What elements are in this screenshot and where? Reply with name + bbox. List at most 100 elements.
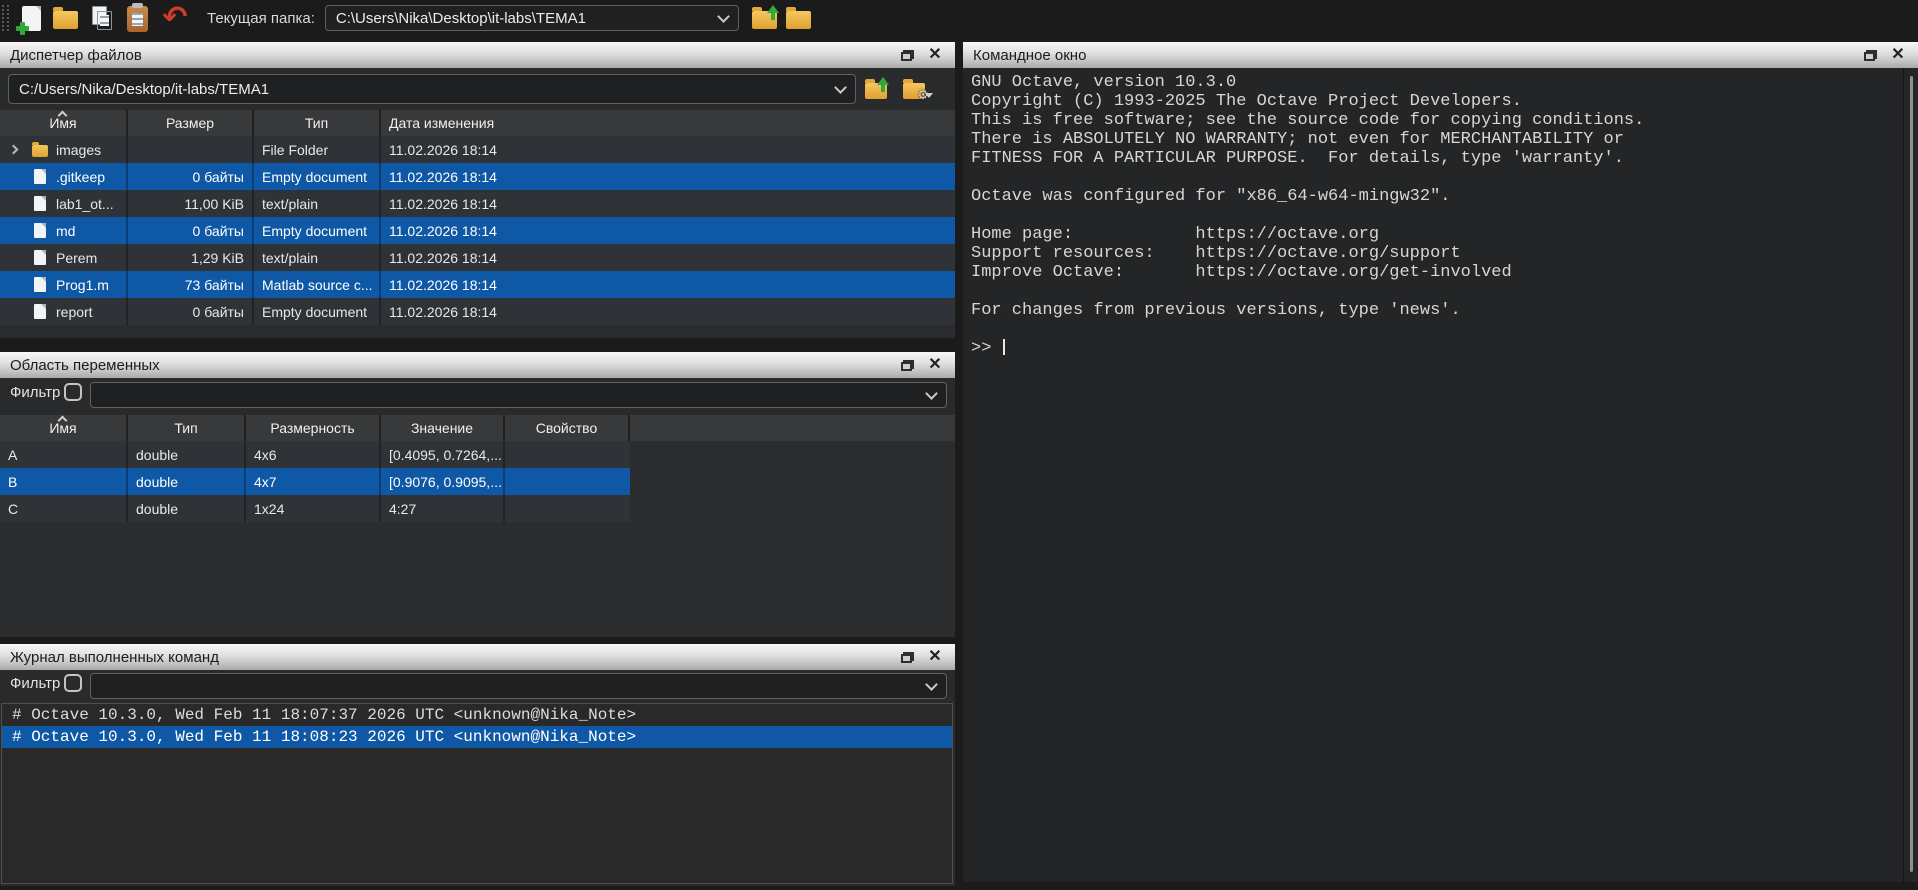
file-name-label: report: [56, 304, 93, 320]
column-header-5[interactable]: Свойство: [505, 415, 630, 441]
file-row[interactable]: Prog1.m73 байтыMatlab source c...11.02.2…: [0, 271, 955, 298]
toolbar-drag-handle[interactable]: [2, 5, 9, 31]
column-header-1[interactable]: Имя: [0, 110, 128, 136]
scrollbar-thumb[interactable]: [1910, 76, 1913, 872]
copy-button[interactable]: [87, 2, 119, 34]
undock-button[interactable]: [893, 45, 921, 65]
file-row[interactable]: report0 байтыEmpty document11.02.2026 18…: [0, 298, 955, 325]
sort-indicator-icon: [59, 110, 66, 117]
file-browser-path-combobox[interactable]: C:/Users/Nika/Desktop/it-labs/TEMA1: [8, 74, 856, 104]
file-browser-titlebar: Диспетчер файлов ✕: [0, 42, 955, 68]
file-browser-panel: Диспетчер файлов ✕ C:/Users/Nika/Desktop…: [0, 42, 955, 338]
file-name-cell: Prog1.m: [0, 271, 128, 298]
file-row[interactable]: images File Folder11.02.2026 18:14: [0, 136, 955, 163]
file-browser-actions-button[interactable]: ⚙: [898, 73, 930, 105]
variable-name-cell: B: [0, 468, 128, 495]
file-name-label: .gitkeep: [56, 169, 105, 185]
variable-row[interactable]: Cdouble1x244:27: [0, 495, 630, 522]
paste-clipboard-icon: [127, 6, 148, 32]
column-header-spacer: [630, 415, 955, 441]
variable-row[interactable]: Adouble4x6[0.4095, 0.7264,...: [0, 441, 630, 468]
column-header-3[interactable]: Размерность: [246, 415, 381, 441]
close-button[interactable]: ✕: [921, 355, 949, 375]
close-button[interactable]: ✕: [921, 647, 949, 667]
undock-icon: [901, 360, 914, 371]
variable-value-cell: [0.9076, 0.9095,...: [381, 468, 505, 495]
variable-attr-cell: [505, 441, 630, 468]
expand-chevron-icon[interactable]: [10, 146, 32, 153]
column-header-3[interactable]: Тип: [254, 110, 381, 136]
column-header-1[interactable]: Имя: [0, 415, 128, 441]
open-file-button[interactable]: [49, 2, 81, 34]
file-date-cell: 11.02.2026 18:14: [381, 136, 955, 163]
current-folder-combobox[interactable]: C:\Users\Nika\Desktop\it-labs\TEMA1: [325, 5, 739, 31]
folder-up-button[interactable]: [749, 2, 781, 34]
workspace-table-header[interactable]: ИмяТипРазмерностьЗначениеСвойство: [0, 415, 955, 441]
variable-dims-cell: 4x6: [246, 441, 381, 468]
command-window-content[interactable]: GNU Octave, version 10.3.0 Copyright (C)…: [963, 68, 1918, 882]
new-script-button[interactable]: [15, 2, 47, 34]
panel-title: Командное окно: [973, 47, 1856, 64]
browse-directories-button[interactable]: [783, 2, 815, 34]
variable-attr-cell: [505, 495, 630, 522]
file-icon: [34, 196, 46, 211]
chevron-down-icon: [925, 387, 938, 400]
column-header-4[interactable]: Дата изменения: [381, 110, 955, 136]
column-header-2[interactable]: Тип: [128, 415, 246, 441]
file-name-cell: lab1_ot...: [0, 190, 128, 217]
file-type-cell: text/plain: [254, 190, 381, 217]
folder-up-icon: [752, 11, 777, 29]
text-cursor: [1003, 339, 1005, 355]
file-name-cell: images: [0, 136, 128, 163]
filter-checkbox[interactable]: [64, 383, 82, 401]
close-button[interactable]: ✕: [1884, 45, 1912, 65]
filter-label: Фильтр: [10, 384, 60, 401]
panel-title: Журнал выполненных команд: [10, 649, 893, 666]
undock-button[interactable]: [893, 647, 921, 667]
command-prompt[interactable]: >>: [971, 339, 1644, 358]
variable-type-cell: double: [128, 495, 246, 522]
column-header-2[interactable]: Размер: [128, 110, 254, 136]
variable-dims-cell: 4x7: [246, 468, 381, 495]
paste-button[interactable]: [121, 2, 153, 34]
workspace-filter-combobox[interactable]: [90, 382, 947, 408]
close-icon: ✕: [928, 649, 941, 665]
history-row[interactable]: # Octave 10.3.0, Wed Feb 11 18:07:37 202…: [2, 704, 952, 726]
undock-icon: [1864, 50, 1877, 61]
file-browser-up-button[interactable]: [860, 73, 892, 105]
file-size-cell: 11,00 KiB: [128, 190, 254, 217]
scrollbar[interactable]: [1903, 68, 1918, 882]
folder-up-icon: [865, 83, 887, 99]
variable-dims-cell: 1x24: [246, 495, 381, 522]
file-row[interactable]: Perem1,29 KiBtext/plain11.02.2026 18:14: [0, 244, 955, 271]
close-button[interactable]: ✕: [921, 45, 949, 65]
file-name-cell: .gitkeep: [0, 163, 128, 190]
undock-button[interactable]: [893, 355, 921, 375]
undock-icon: [901, 50, 914, 61]
file-name-label: Perem: [56, 250, 97, 266]
history-row[interactable]: # Octave 10.3.0, Wed Feb 11 18:08:23 202…: [2, 726, 952, 748]
chevron-down-icon: [717, 10, 730, 23]
current-folder-label: Текущая папка:: [207, 10, 315, 27]
file-type-cell: File Folder: [254, 136, 381, 163]
file-name-label: md: [56, 223, 75, 239]
main-toolbar: Текущая папка: C:\Users\Nika\Desktop\it-…: [0, 0, 1918, 36]
filter-checkbox[interactable]: [64, 674, 82, 692]
file-row[interactable]: lab1_ot...11,00 KiBtext/plain11.02.2026 …: [0, 190, 955, 217]
variable-name-cell: A: [0, 441, 128, 468]
variable-row[interactable]: Bdouble4x7[0.9076, 0.9095,...: [0, 468, 630, 495]
history-filter-combobox[interactable]: [90, 673, 947, 699]
file-table-header[interactable]: ИмяРазмерТипДата изменения: [0, 110, 955, 136]
undo-button[interactable]: [159, 2, 191, 34]
file-icon: [34, 250, 46, 265]
file-row[interactable]: md0 байтыEmpty document11.02.2026 18:14: [0, 217, 955, 244]
command-window-titlebar: Командное окно ✕: [963, 42, 1918, 68]
current-folder-path: C:\Users\Nika\Desktop\it-labs\TEMA1: [336, 10, 586, 27]
variable-type-cell: double: [128, 468, 246, 495]
file-name-label: images: [56, 142, 101, 158]
file-row[interactable]: .gitkeep0 байтыEmpty document11.02.2026 …: [0, 163, 955, 190]
column-header-4[interactable]: Значение: [381, 415, 505, 441]
undock-button[interactable]: [1856, 45, 1884, 65]
file-table-body: imagesFile Folder11.02.2026 18:14.gitkee…: [0, 136, 955, 338]
command-output: GNU Octave, version 10.3.0 Copyright (C)…: [971, 73, 1644, 358]
